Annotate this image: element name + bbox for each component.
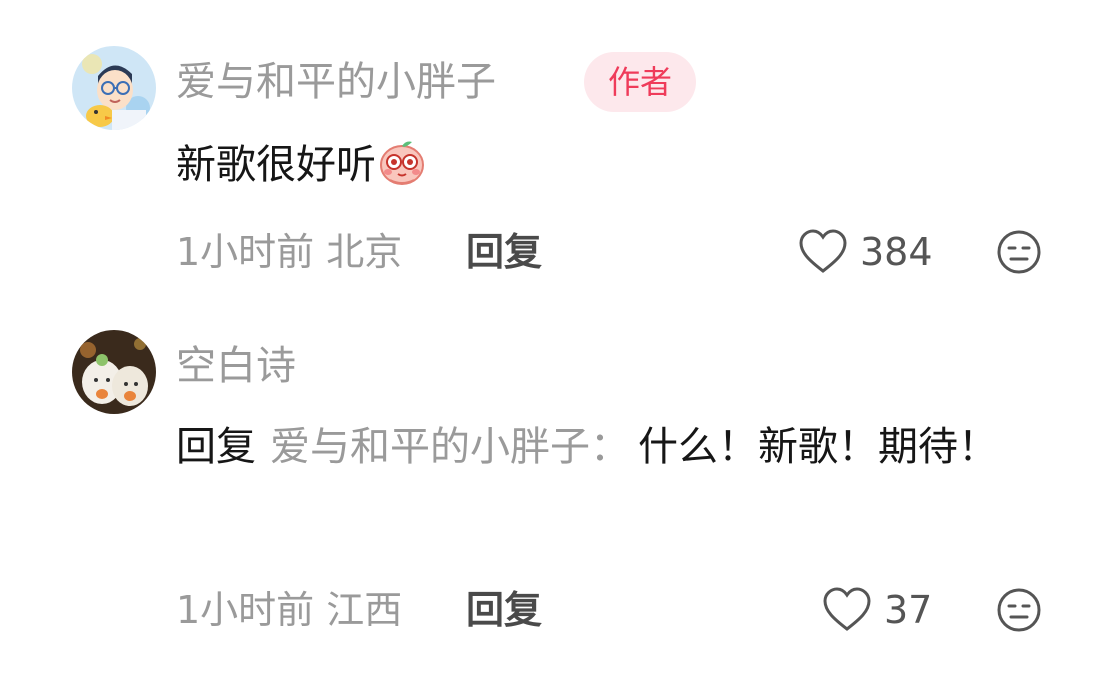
neutral-face-icon [996,588,1042,637]
reply-target-username[interactable]: 爱与和平的小胖子： [270,424,630,470]
author-badge: 作者 [584,52,696,112]
heart-icon [822,587,872,633]
dislike-button[interactable] [996,587,1042,633]
reply-prefix: 回复 [176,424,256,470]
reply-button[interactable]: 回复 [466,586,542,634]
username[interactable]: 爱与和平的小胖子 [176,58,496,106]
heart-icon [798,229,848,275]
username[interactable]: 空白诗 [176,342,296,390]
like-count: 37 [884,588,933,632]
avatar[interactable] [72,330,156,414]
comment-text: 新歌很好听 [176,132,1056,206]
comment-body: 什么！新歌！期待！ [638,424,998,470]
reply-button[interactable]: 回复 [466,228,542,276]
like-count: 384 [860,230,933,274]
avatar[interactable] [72,46,156,130]
comment-timestamp-location: 1小时前 北京 [176,230,403,274]
comment-text: 回复 爱与和平的小胖子： 什么！新歌！期待！ [176,414,1056,480]
like-button[interactable]: 37 [822,586,932,634]
comment-timestamp-location: 1小时前 江西 [176,588,403,632]
blushing-face-emoji-icon [378,138,426,206]
like-button[interactable]: 384 [798,228,933,276]
comment-body: 新歌很好听 [176,142,376,188]
dislike-button[interactable] [996,229,1042,275]
neutral-face-icon [996,230,1042,279]
